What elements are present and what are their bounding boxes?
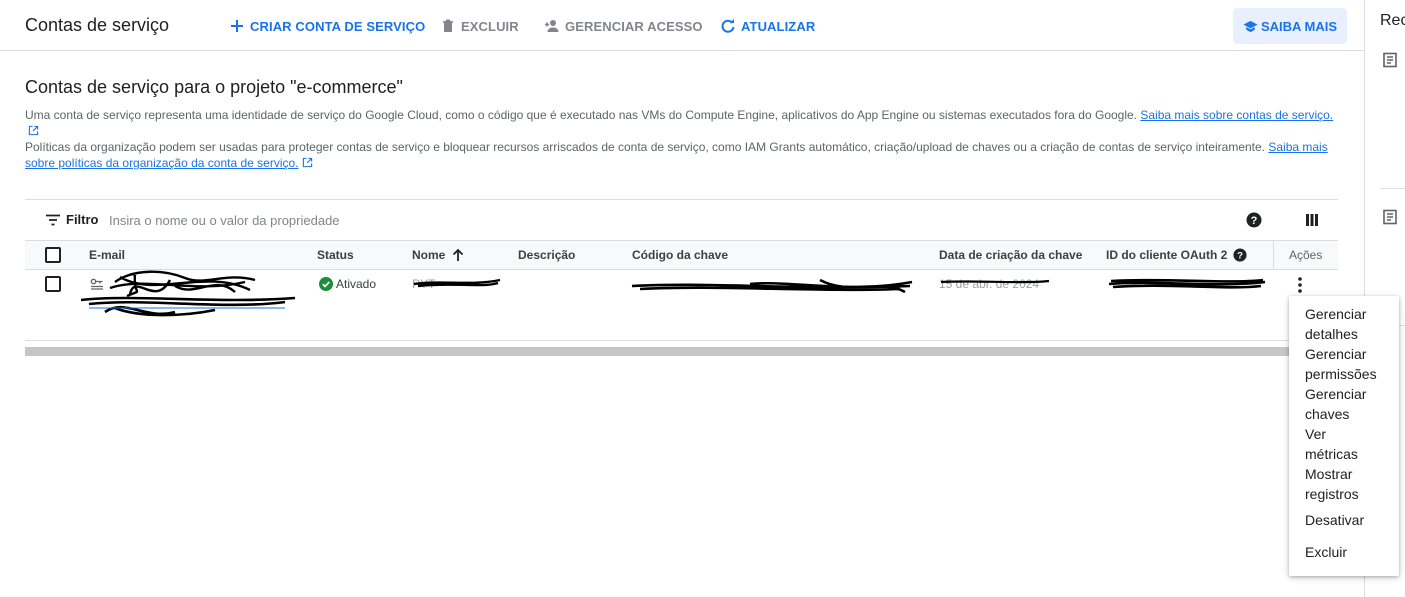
table-row: Ativado PYT 15 de abr. de 2024 [25, 270, 1338, 341]
column-header-name[interactable]: Nome [412, 248, 465, 262]
redacted-date [940, 279, 1050, 284]
column-header-status[interactable]: Status [317, 248, 354, 262]
school-icon [1243, 20, 1258, 32]
column-header-oauth-id[interactable]: ID do cliente OAuth 2 ? [1106, 248, 1247, 262]
menu-item-manage-permissions[interactable]: Gerenciar permissões [1305, 344, 1397, 384]
policy-paragraph: Políticas da organização podem ser usada… [25, 139, 1330, 171]
svg-text:?: ? [1251, 215, 1258, 227]
section-heading: Contas de serviço para o projeto "e-comm… [25, 77, 403, 97]
filter-bar: Filtro ? [25, 199, 1338, 240]
intro-text: Uma conta de serviço representa uma iden… [25, 108, 1138, 122]
column-header-oauth-label: ID do cliente OAuth 2 [1106, 248, 1228, 262]
column-header-email[interactable]: E-mail [89, 248, 125, 262]
document-icon[interactable] [1382, 209, 1398, 225]
external-link-icon [28, 125, 39, 136]
redacted-email [80, 270, 296, 317]
intro-paragraph: Uma conta de serviço representa uma iden… [25, 107, 1345, 139]
learn-more-button[interactable]: SAIBA MAIS [1233, 8, 1347, 44]
columns-icon[interactable] [1304, 212, 1320, 228]
menu-item-delete[interactable]: Excluir [1305, 542, 1397, 562]
learn-more-label: SAIBA MAIS [1260, 18, 1338, 34]
policy-learn-more-link-cont[interactable]: sobre políticas da organização da conta … [25, 156, 299, 170]
policy-text: Políticas da organização podem ser usada… [25, 140, 1266, 154]
menu-item-manage-details[interactable]: Gerenciar detalhes [1305, 304, 1397, 344]
external-link-icon [302, 157, 312, 168]
manage-access-button[interactable]: GERENCIAR ACESSO [544, 17, 703, 35]
column-header-description[interactable]: Descrição [518, 248, 575, 262]
menu-item-show-logs[interactable]: Mostrar registros [1305, 464, 1375, 504]
page-title: Contas de serviço [25, 15, 170, 35]
refresh-label: ATUALIZAR [741, 18, 816, 34]
status-label: Ativado [336, 277, 377, 291]
status-cell: Ativado [319, 277, 376, 291]
side-panel-rule [1380, 188, 1405, 189]
redacted-key-id [631, 278, 913, 294]
person-add-icon [545, 20, 559, 32]
refresh-icon [721, 19, 735, 33]
help-icon[interactable]: ? [1233, 248, 1247, 262]
delete-button[interactable]: EXCLUIR [440, 17, 519, 35]
filter-input[interactable] [109, 210, 1009, 230]
svg-text:?: ? [1237, 251, 1243, 262]
create-service-account-button[interactable]: CRIAR CONTA DE SERVIÇO [229, 17, 425, 35]
help-icon[interactable]: ? [1246, 212, 1262, 228]
check-circle-icon [319, 277, 333, 291]
learn-more-service-accounts-link[interactable]: Saiba mais sobre contas de serviço. [1140, 108, 1333, 122]
arrow-up-icon [453, 248, 464, 261]
menu-item-view-metrics[interactable]: Ver métricas [1305, 424, 1365, 464]
actions-separator [1273, 241, 1274, 270]
delete-label: EXCLUIR [461, 18, 519, 34]
filter-icon[interactable] [45, 212, 61, 228]
row-checkbox[interactable] [45, 276, 61, 292]
policy-learn-more-link[interactable]: Saiba mais [1268, 140, 1327, 154]
menu-item-disable[interactable]: Desativar [1305, 510, 1397, 530]
column-header-name-label: Nome [412, 248, 446, 262]
column-header-key-created[interactable]: Data de criação da chave [939, 248, 1082, 262]
more-vert-icon[interactable] [1295, 276, 1305, 294]
side-panel-title: Rec [1380, 12, 1405, 29]
horizontal-scrollbar[interactable] [25, 347, 1290, 356]
menu-item-manage-keys[interactable]: Gerenciar chaves [1305, 384, 1397, 424]
manage-access-label: GERENCIAR ACESSO [565, 18, 703, 34]
create-service-account-label: CRIAR CONTA DE SERVIÇO [250, 18, 426, 34]
table-header: E-mail Status Nome Descrição Código da c… [25, 240, 1338, 270]
trash-icon [443, 19, 453, 32]
redacted-oauth-id [1108, 278, 1266, 289]
column-header-actions: Ações [1289, 248, 1323, 262]
add-icon [231, 20, 243, 32]
filter-label[interactable]: Filtro [66, 212, 99, 227]
document-icon[interactable] [1382, 52, 1398, 68]
select-all-checkbox[interactable] [45, 247, 61, 263]
column-header-key-id[interactable]: Código da chave [632, 248, 728, 262]
toolbar: Contas de serviço CRIAR CONTA DE SERVIÇO… [0, 0, 1364, 51]
row-actions-menu: Gerenciar detalhes Gerenciar permissões … [1289, 296, 1399, 576]
refresh-button[interactable]: ATUALIZAR [720, 17, 815, 35]
redacted-name [413, 278, 501, 288]
